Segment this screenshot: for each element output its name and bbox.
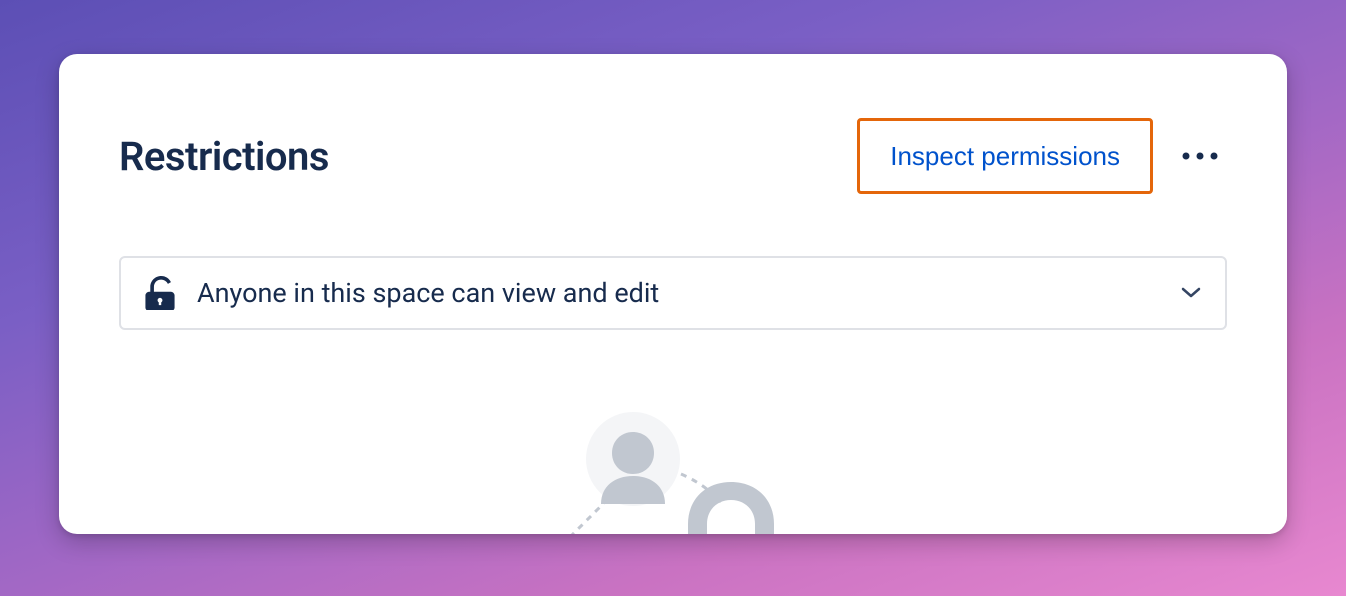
chevron-down-icon xyxy=(1181,287,1201,299)
more-icon xyxy=(1181,151,1219,161)
empty-state-illustration xyxy=(523,404,823,534)
header-actions: Inspect permissions xyxy=(857,118,1227,194)
more-actions-button[interactable] xyxy=(1173,143,1227,169)
restrictions-dropdown[interactable]: Anyone in this space can view and edit xyxy=(119,256,1227,330)
dropdown-selected-label: Anyone in this space can view and edit xyxy=(197,277,659,309)
dialog-header: Restrictions Inspect permissions xyxy=(119,118,1227,194)
inspect-permissions-button[interactable]: Inspect permissions xyxy=(857,118,1153,194)
unlocked-icon xyxy=(145,276,175,310)
dropdown-content: Anyone in this space can view and edit xyxy=(145,276,659,310)
dialog-title: Restrictions xyxy=(119,133,329,180)
restrictions-dialog: Restrictions Inspect permissions Anyone … xyxy=(59,54,1287,534)
